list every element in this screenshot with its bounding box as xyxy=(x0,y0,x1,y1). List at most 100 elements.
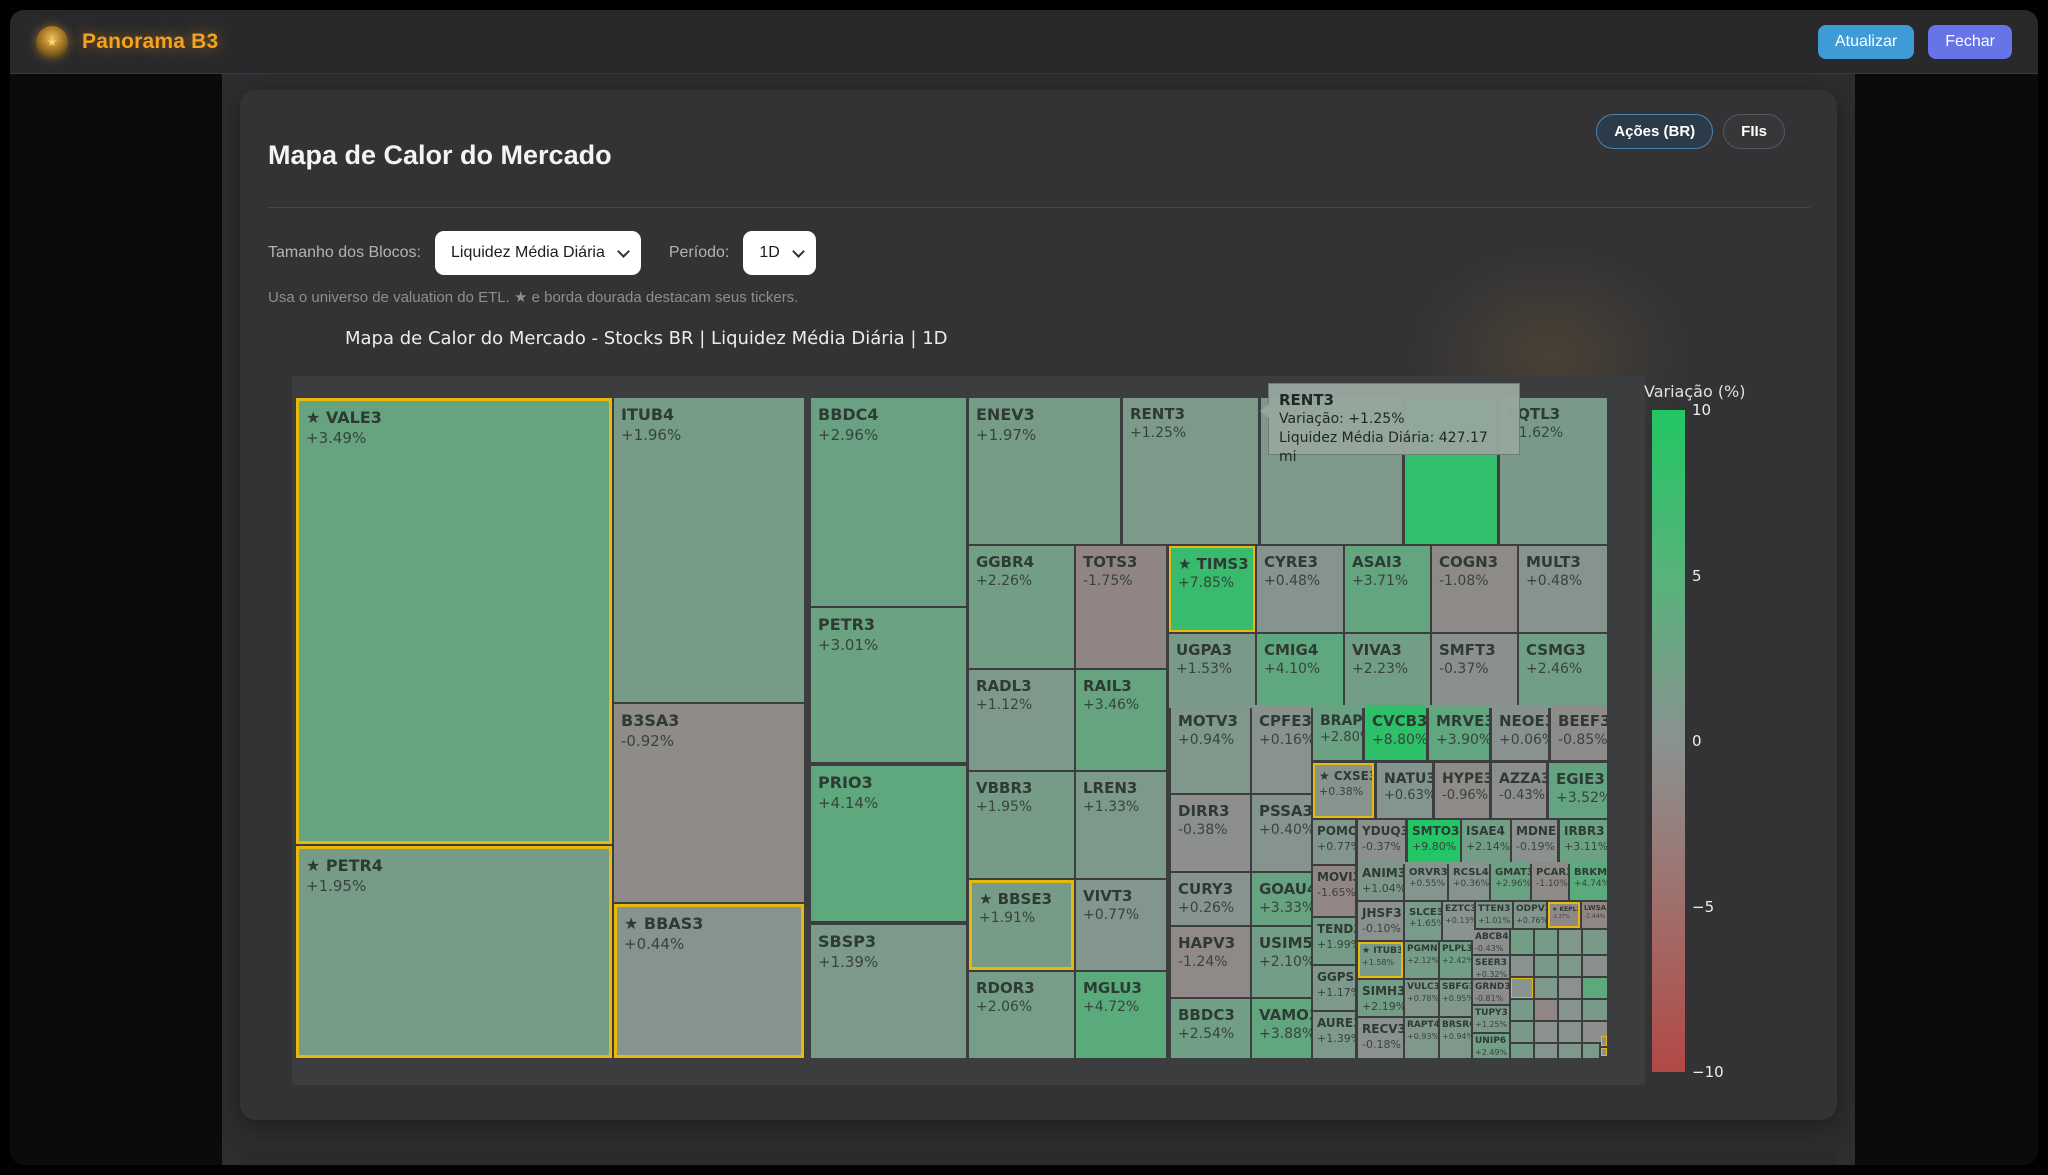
treemap-cell-POMO4[interactable]: POMO4+0.77% xyxy=(1313,820,1355,864)
treemap-cell-micro[interactable] xyxy=(1511,1000,1533,1020)
treemap-cell-RDOR3[interactable]: RDOR3+2.06% xyxy=(969,972,1074,1058)
treemap-cell-CXSE3[interactable]: ★ CXSE3+0.38% xyxy=(1313,763,1374,818)
treemap-cell-micro[interactable] xyxy=(1535,956,1557,976)
treemap-cell-NEOE3[interactable]: NEOE3+0.06% xyxy=(1492,705,1548,760)
treemap-cell-MOVI3[interactable]: MOVI3-1.65% xyxy=(1313,866,1355,916)
treemap-cell-micro[interactable] xyxy=(1511,956,1533,976)
treemap-cell-ITUB3[interactable]: ★ ITUB3+1.58% xyxy=(1358,942,1403,978)
treemap-cell-YDUQ3[interactable]: YDUQ3-0.37% xyxy=(1358,820,1405,864)
treemap-cell-RAPT4[interactable]: RAPT4+0.93% xyxy=(1405,1018,1438,1058)
treemap-cell-AURE3[interactable]: AURE3+1.39% xyxy=(1313,1012,1355,1058)
treemap-cell-micro[interactable] xyxy=(1535,1000,1557,1020)
treemap-cell-micro[interactable] xyxy=(1583,1000,1607,1020)
treemap-cell-COGN3[interactable]: COGN3-1.08% xyxy=(1432,546,1517,632)
treemap-cell-micro[interactable] xyxy=(1583,930,1607,954)
treemap-cell-CURY3[interactable]: CURY3+0.26% xyxy=(1171,873,1250,925)
treemap-cell-CMIG4[interactable]: CMIG4+4.10% xyxy=(1257,634,1343,708)
treemap-cell-GOAU4[interactable]: GOAU4+3.33% xyxy=(1252,873,1311,925)
treemap-cell-TTEN3[interactable]: TTEN3+1.01% xyxy=(1476,902,1512,928)
treemap-cell-BBSE3[interactable]: ★ BBSE3+1.91% xyxy=(969,880,1074,970)
treemap-cell-SIMH3[interactable]: SIMH3+2.19% xyxy=(1358,980,1403,1016)
treemap-cell-micro[interactable] xyxy=(1511,1044,1533,1058)
treemap-cell-MRVE3[interactable]: MRVE3+3.90% xyxy=(1429,705,1489,760)
treemap-cell-ORVR3[interactable]: ORVR3+0.55% xyxy=(1405,862,1447,900)
treemap-cell-micro[interactable] xyxy=(1511,978,1533,998)
treemap-cell-PETR3[interactable]: PETR3+3.01% xyxy=(811,608,966,762)
treemap-cell-AZZA3[interactable]: AZZA3-0.43% xyxy=(1492,763,1546,818)
treemap-cell-UGPA3[interactable]: UGPA3+1.53% xyxy=(1169,634,1255,708)
treemap-cell-DIRR3[interactable]: DIRR3-0.38% xyxy=(1171,795,1250,871)
treemap-cell-RECV3[interactable]: RECV3-0.18% xyxy=(1358,1018,1403,1058)
treemap-cell-GGPS3[interactable]: GGPS3+1.17% xyxy=(1313,966,1355,1010)
treemap-cell-micro[interactable] xyxy=(1583,1044,1599,1058)
treemap-cell-ENEV3[interactable]: ENEV3+1.97% xyxy=(969,398,1120,544)
treemap-cell-SMTO3[interactable]: SMTO3+9.80% xyxy=(1408,820,1460,864)
treemap-cell-BBAS3[interactable]: ★ BBAS3+0.44% xyxy=(614,904,804,1058)
treemap-cell-TIMS3[interactable]: ★ TIMS3+7.85% xyxy=(1169,546,1255,632)
treemap-cell-VIVT3[interactable]: VIVT3+0.77% xyxy=(1076,880,1166,970)
treemap-cell-HAPV3[interactable]: HAPV3-1.24% xyxy=(1171,927,1250,997)
treemap-cell-BRKM5[interactable]: BRKM5+4.74% xyxy=(1570,862,1607,900)
treemap-cell-CYRE3[interactable]: CYRE3+0.48% xyxy=(1257,546,1343,632)
treemap-cell-CVCB3[interactable]: CVCB3+8.80% xyxy=(1365,705,1426,760)
treemap-cell-VIVA3[interactable]: VIVA3+2.23% xyxy=(1345,634,1430,708)
treemap-cell-ITUB4[interactable]: ITUB4+1.96% xyxy=(614,398,804,702)
treemap-cell-micro[interactable] xyxy=(1559,1000,1581,1020)
treemap-cell-USIM5[interactable]: USIM5+2.10% xyxy=(1252,927,1311,997)
treemap-cell-micro[interactable] xyxy=(1559,1044,1581,1058)
treemap-cell-VAMO3[interactable]: VAMO3+3.88% xyxy=(1252,999,1311,1058)
treemap-cell-SLCE3[interactable]: SLCE3+1.65% xyxy=(1405,902,1441,940)
treemap-cell-PETR4[interactable]: ★ PETR4+1.95% xyxy=(296,846,612,1058)
treemap-cell-micro[interactable] xyxy=(1559,1022,1581,1042)
treemap-cell-ODPV3[interactable]: ODPV3+0.76% xyxy=(1514,902,1546,928)
treemap-cell-LWSA3[interactable]: LWSA3-1.44% xyxy=(1582,902,1607,928)
treemap-cell-JHSF3[interactable]: JHSF3-0.10% xyxy=(1358,902,1403,940)
treemap-cell-RENT3[interactable]: RENT3+1.25% xyxy=(1123,398,1258,544)
treemap-cell-BBDC4[interactable]: BBDC4+2.96% xyxy=(811,398,966,606)
treemap-cell-HYPE3[interactable]: HYPE3-0.96% xyxy=(1435,763,1489,818)
treemap-cell-PLPL3[interactable]: PLPL3+2.42% xyxy=(1440,942,1471,978)
treemap-cell-micro[interactable] xyxy=(1535,1022,1557,1042)
treemap-cell-CPFE3[interactable]: CPFE3+0.16% xyxy=(1252,705,1311,793)
treemap-cell-micro[interactable] xyxy=(1601,1036,1607,1046)
treemap-cell-MGLU3[interactable]: MGLU3+4.72% xyxy=(1076,972,1166,1058)
treemap-cell-NATU3[interactable]: NATU3+0.63% xyxy=(1377,763,1432,818)
treemap-cell-BBDC3[interactable]: BBDC3+2.54% xyxy=(1171,999,1250,1058)
treemap-cell-RADL3[interactable]: RADL3+1.12% xyxy=(969,670,1074,770)
treemap-cell-micro[interactable] xyxy=(1601,1048,1607,1056)
treemap-cell-MULT3[interactable]: MULT3+0.48% xyxy=(1519,546,1607,632)
refresh-button[interactable]: Atualizar xyxy=(1818,25,1914,59)
treemap-cell-micro[interactable] xyxy=(1535,978,1557,998)
treemap-cell-SEER3[interactable]: SEER3+0.32% xyxy=(1473,956,1509,978)
treemap-cell-KEPL3[interactable]: ★ KEPL3-1.37% xyxy=(1548,902,1580,928)
treemap-cell-micro[interactable] xyxy=(1583,978,1607,998)
treemap-cell-micro[interactable] xyxy=(1559,930,1581,954)
treemap-cell-RAIL3[interactable]: RAIL3+3.46% xyxy=(1076,670,1166,770)
treemap-cell-PSSA3[interactable]: PSSA3+0.40% xyxy=(1252,795,1311,871)
treemap-cell-VBBR3[interactable]: VBBR3+1.95% xyxy=(969,772,1074,878)
treemap-cell-UNIP6[interactable]: UNIP6+2.49% xyxy=(1473,1034,1509,1058)
treemap-cell-micro[interactable] xyxy=(1559,978,1581,998)
treemap-cell-SMFT3[interactable]: SMFT3-0.37% xyxy=(1432,634,1517,708)
tab-acoes-br[interactable]: Ações (BR) xyxy=(1596,114,1713,149)
treemap-cell-IRBR3[interactable]: IRBR3+3.11% xyxy=(1560,820,1607,864)
treemap-cell-micro[interactable] xyxy=(1511,1022,1533,1042)
tab-fiis[interactable]: FIIs xyxy=(1723,114,1785,149)
treemap-cell-LREN3[interactable]: LREN3+1.33% xyxy=(1076,772,1166,878)
treemap-cell-GRND3[interactable]: GRND3-0.81% xyxy=(1473,980,1509,1004)
treemap-cell-TOTS3[interactable]: TOTS3-1.75% xyxy=(1076,546,1166,668)
treemap-cell-micro[interactable] xyxy=(1511,930,1533,954)
treemap-cell-BRSR6[interactable]: BRSR6+0.94% xyxy=(1440,1018,1471,1058)
treemap-cell-EGIE3[interactable]: EGIE3+3.52% xyxy=(1549,763,1607,818)
treemap-cell-TEND3[interactable]: TEND3+1.99% xyxy=(1313,918,1355,964)
treemap-cell-PRIO3[interactable]: PRIO3+4.14% xyxy=(811,766,966,921)
treemap-cell-ANIM3[interactable]: ANIM3+1.04% xyxy=(1358,862,1403,900)
treemap-cell-PGMN3[interactable]: PGMN3+2.12% xyxy=(1405,942,1438,978)
treemap-cell-ASAI3[interactable]: ASAI3+3.71% xyxy=(1345,546,1430,632)
block-size-select[interactable]: Liquidez Média Diária xyxy=(435,231,641,275)
treemap-cell-micro[interactable] xyxy=(1559,956,1581,976)
close-button[interactable]: Fechar xyxy=(1928,25,2012,59)
treemap-cell-VULC3[interactable]: VULC3+0.78% xyxy=(1405,980,1438,1016)
treemap-cell-CSMG3[interactable]: CSMG3+2.46% xyxy=(1519,634,1607,708)
treemap-cell-ABCB4[interactable]: ABCB4-0.43% xyxy=(1473,930,1509,954)
